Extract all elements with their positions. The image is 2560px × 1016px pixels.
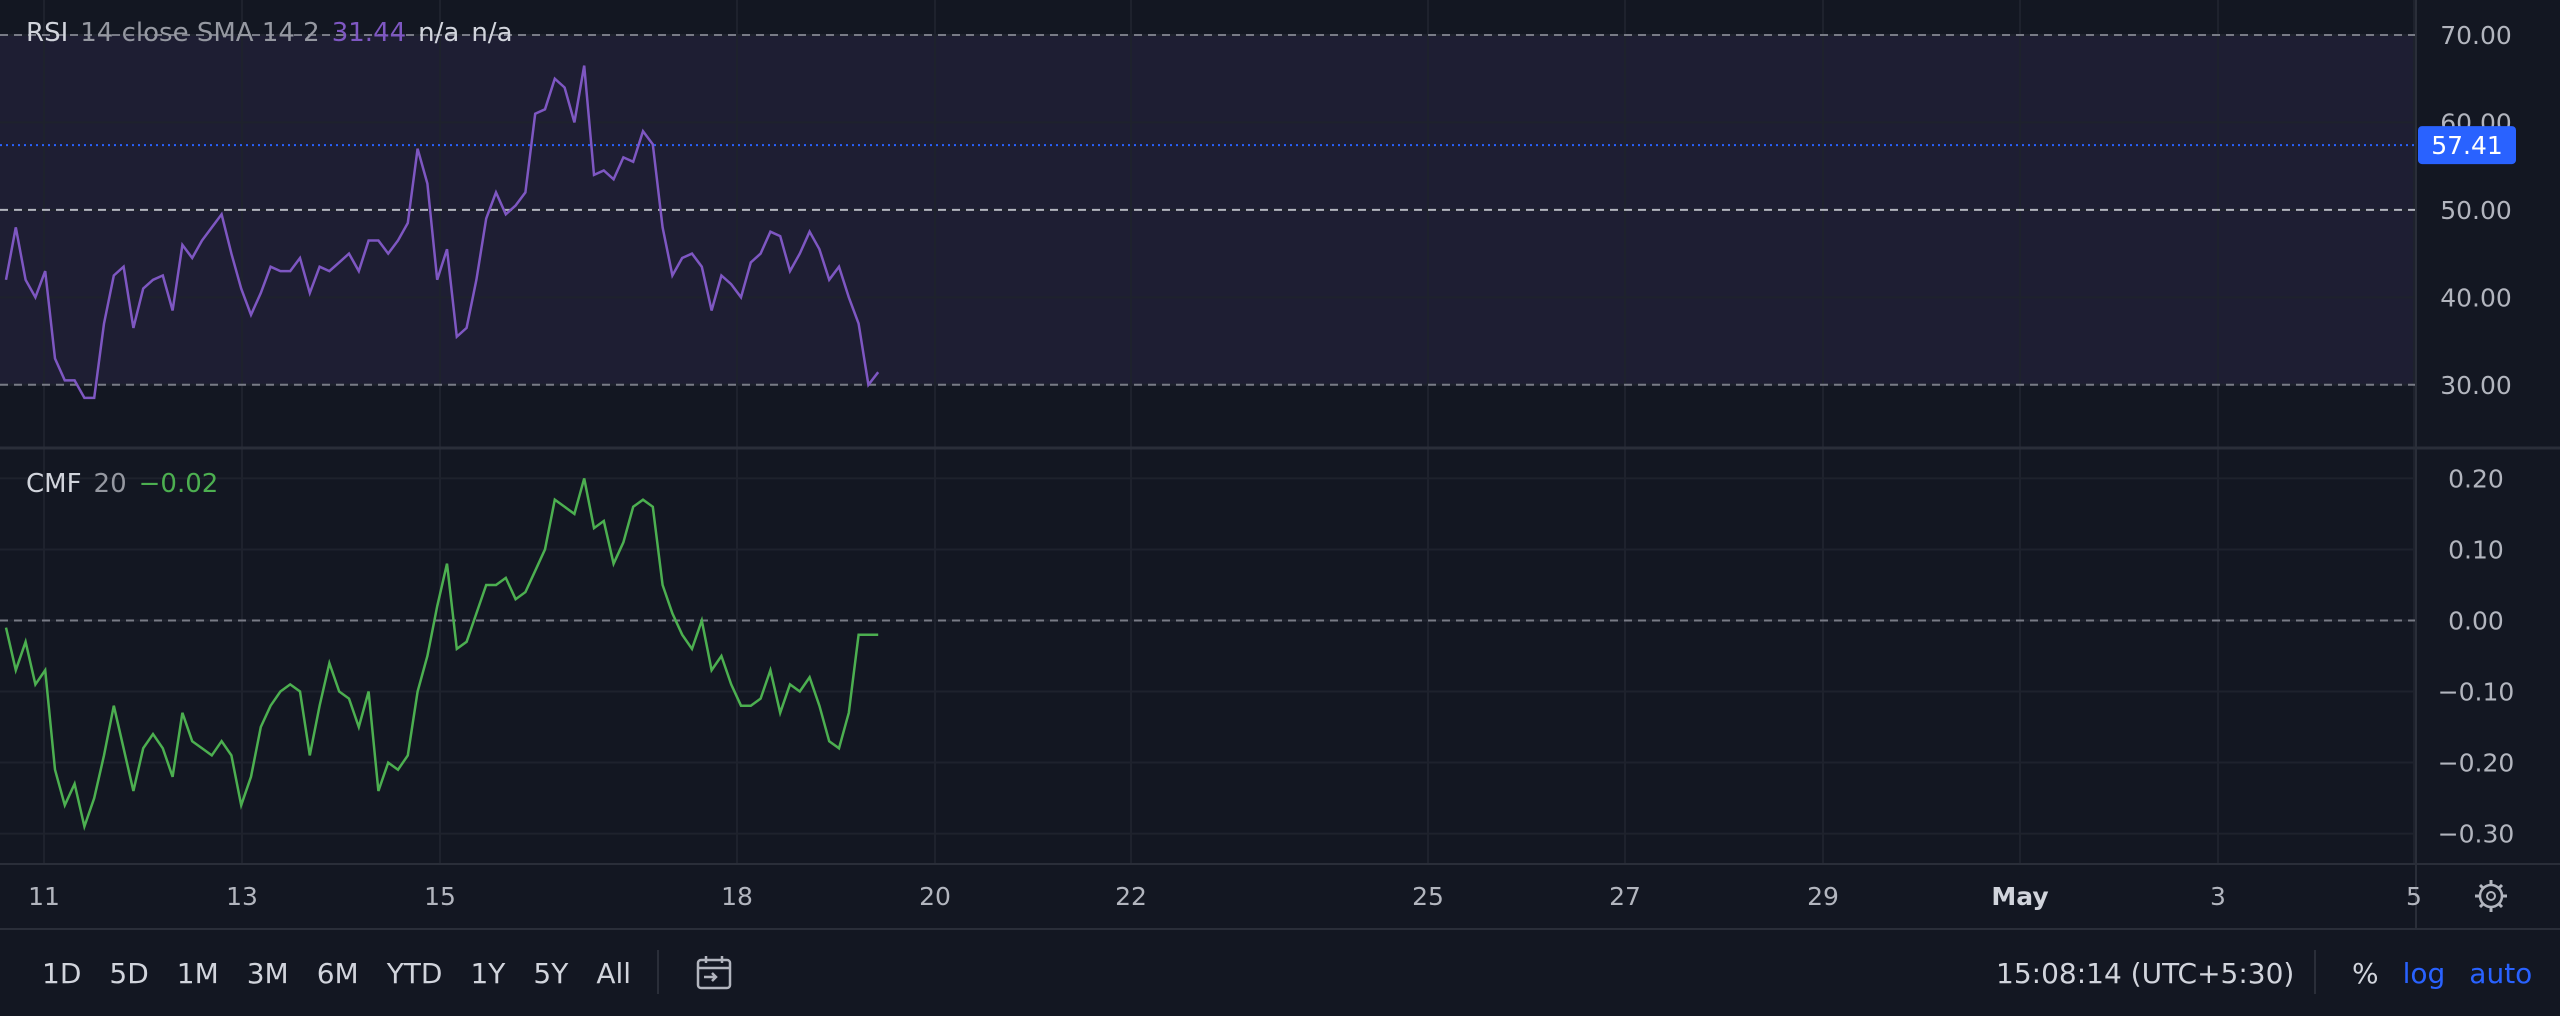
chart-canvas[interactable]: 70.0060.0050.0040.0030.00 0.200.100.00−0…	[0, 0, 2560, 928]
x-tick-label: 25	[1412, 882, 1444, 911]
cmf-legend-value: −0.02	[138, 469, 219, 499]
range-5y-button[interactable]: 5Y	[519, 957, 582, 990]
rsi-legend[interactable]: RSI 14 close SMA 14 2 31.44 n/a n/a	[26, 18, 513, 48]
cmf-y-tick-label: 0.10	[2448, 535, 2504, 564]
x-tick-label: 27	[1609, 882, 1641, 911]
cmf-legend[interactable]: CMF 20 −0.02	[26, 469, 218, 499]
x-tick-label: 15	[424, 882, 456, 911]
range-1d-button[interactable]: 1D	[28, 957, 95, 990]
percent-scale-toggle[interactable]: %	[2340, 957, 2391, 990]
cmf-y-tick-label: −0.20	[2438, 749, 2515, 778]
scale-options: % log auto	[2340, 930, 2544, 1016]
rsi-y-tick-label: 50.00	[2440, 196, 2512, 225]
rsi-legend-name: RSI	[26, 18, 69, 48]
range-1y-button[interactable]: 1Y	[456, 957, 519, 990]
rsi-legend-na-2: n/a	[471, 18, 513, 48]
calendar-range-icon[interactable]	[694, 954, 738, 994]
rsi-y-tick-label: 70.00	[2440, 21, 2512, 50]
rsi-legend-params: 14 close SMA 14 2	[80, 18, 320, 48]
range-3m-button[interactable]: 3M	[233, 957, 303, 990]
crosshair-price-label: 57.41	[2431, 131, 2503, 160]
x-tick-label: 22	[1115, 882, 1147, 911]
cmf-y-tick-label: 0.00	[2448, 606, 2504, 635]
cmf-legend-params: 20	[93, 469, 127, 499]
x-tick-label: 13	[226, 882, 258, 911]
bottom-toolbar: 1D 5D 1M 3M 6M YTD 1Y 5Y All 15:08:14 (U…	[0, 928, 2560, 1016]
rsi-y-tick-label: 40.00	[2440, 283, 2512, 312]
toolbar-right: 15:08:14 (UTC+5:30)	[1996, 930, 2294, 1016]
range-6m-button[interactable]: 6M	[303, 957, 373, 990]
log-scale-toggle[interactable]: log	[2391, 957, 2458, 990]
rsi-y-tick-label: 30.00	[2440, 371, 2512, 400]
cmf-y-tick-label: 0.20	[2448, 464, 2504, 493]
toolbar-separator	[657, 950, 659, 994]
x-tick-label: 5	[2406, 882, 2422, 911]
cmf-y-tick-label: −0.10	[2438, 678, 2515, 707]
auto-scale-toggle[interactable]: auto	[2457, 957, 2544, 990]
range-all-button[interactable]: All	[582, 957, 645, 990]
x-tick-label: May	[1991, 882, 2048, 911]
x-tick-label: 3	[2210, 882, 2226, 911]
x-tick-label: 11	[28, 882, 60, 911]
x-tick-label: 29	[1807, 882, 1839, 911]
toolbar-separator-right	[2314, 950, 2316, 994]
cmf-y-tick-label: −0.30	[2438, 820, 2515, 849]
crosshair-price-badge: 57.41	[2418, 126, 2516, 165]
range-ytd-button[interactable]: YTD	[373, 957, 457, 990]
x-tick-label: 20	[919, 882, 951, 911]
cmf-legend-name: CMF	[26, 469, 82, 499]
rsi-legend-value: 31.44	[331, 18, 407, 48]
clock-timezone[interactable]: 15:08:14 (UTC+5:30)	[1996, 957, 2294, 990]
range-5d-button[interactable]: 5D	[95, 957, 162, 990]
range-1m-button[interactable]: 1M	[163, 957, 233, 990]
date-range-buttons: 1D 5D 1M 3M 6M YTD 1Y 5Y All	[28, 930, 645, 1016]
x-tick-label: 18	[721, 882, 753, 911]
rsi-legend-na-1: n/a	[418, 18, 460, 48]
